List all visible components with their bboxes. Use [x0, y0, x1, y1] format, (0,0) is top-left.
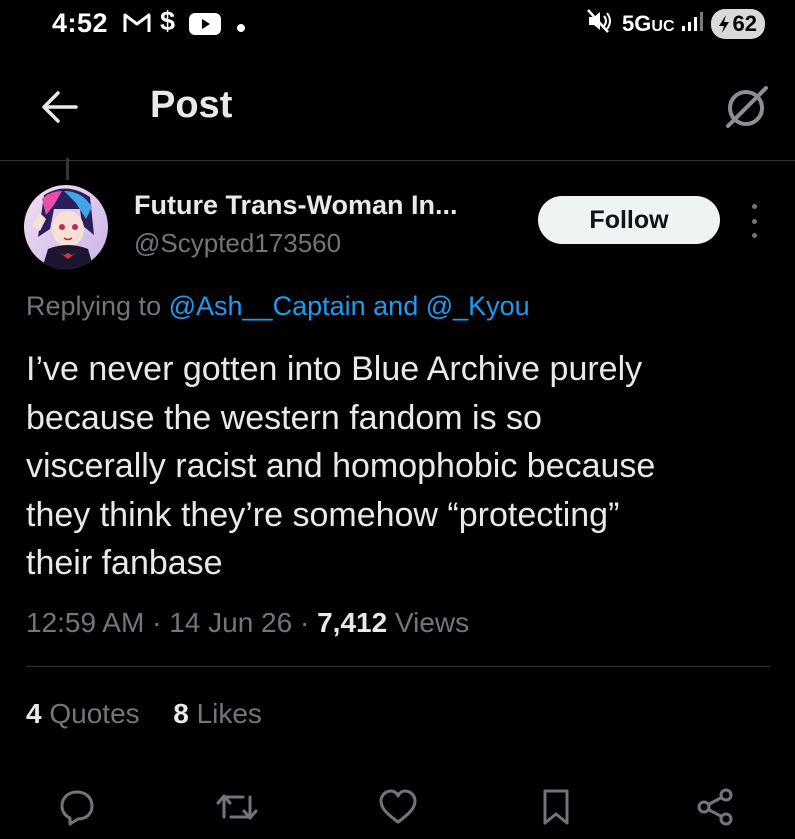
post-time: 12:59 AM [26, 607, 145, 638]
battery-icon: 62 [710, 8, 765, 39]
grok-icon[interactable] [722, 82, 772, 137]
quotes-stat[interactable]: 4 Quotes [26, 698, 140, 729]
page-title: Post [150, 84, 233, 126]
post-text-line: they think they’re somehow “protecting” [26, 495, 620, 534]
likes-label: Likes [196, 698, 262, 729]
quotes-count: 4 [26, 698, 42, 729]
like-icon[interactable] [373, 782, 423, 832]
post-text-line: viscerally racist and homophobic because [26, 447, 656, 485]
status-bar: 4:52 $ 5GUC 62 [0, 0, 795, 60]
mute-icon [586, 8, 616, 39]
action-bar [0, 782, 795, 832]
post-text-line: I’ve never gotten into Blue Archive pure… [26, 350, 643, 388]
battery-level: 62 [732, 10, 757, 36]
meta-divider [26, 666, 770, 667]
meta-separator: · [152, 607, 162, 638]
reply-icon[interactable] [52, 782, 102, 832]
post-text-line: their fanbase [26, 544, 223, 582]
thread-connector [66, 158, 69, 180]
quotes-label: Quotes [49, 698, 140, 729]
header-divider [0, 160, 795, 161]
dot-icon [236, 20, 246, 38]
likes-count: 8 [173, 698, 189, 729]
youtube-icon [188, 12, 222, 41]
post-text: I’ve never gotten into Blue Archive pure… [26, 345, 771, 588]
follow-button[interactable]: Follow [538, 196, 720, 244]
status-right: 5GUC 62 [586, 8, 765, 39]
post-text-line: because the western fandom is so [26, 398, 542, 437]
post-meta: 12:59 AM · 14 Jun 26 · 7,412 Views [26, 607, 469, 639]
share-icon[interactable] [690, 782, 740, 832]
post-stats: 4 Quotes 8 Likes [26, 698, 262, 730]
repost-icon[interactable] [212, 782, 262, 832]
reply-mention-2[interactable]: @_Kyou [426, 291, 530, 321]
network-label: 5GUC [622, 10, 675, 36]
author-name[interactable]: Future Trans-Woman In... [134, 190, 458, 221]
back-arrow-icon[interactable] [38, 86, 80, 133]
gmail-icon [122, 10, 152, 41]
reply-mention-and: and [373, 291, 419, 321]
more-options-icon[interactable] [744, 204, 764, 238]
app-header: Post [0, 62, 795, 158]
replying-to: Replying to @Ash__Captain and @_Kyou [26, 291, 530, 322]
likes-stat[interactable]: 8 Likes [173, 698, 262, 729]
reply-mention-1[interactable]: @Ash__Captain [169, 291, 366, 321]
views-count[interactable]: 7,412 [317, 607, 387, 638]
replying-prefix: Replying to [26, 291, 162, 321]
signal-icon [681, 9, 705, 38]
status-time: 4:52 [52, 8, 109, 38]
avatar[interactable] [24, 185, 108, 269]
dollar-icon: $ [160, 6, 176, 36]
post-date: 14 Jun 26 [169, 607, 293, 638]
views-label: Views [394, 607, 470, 638]
meta-separator: · [299, 607, 310, 638]
author-handle[interactable]: @Scypted173560 [134, 228, 341, 259]
bookmark-icon[interactable] [531, 782, 581, 832]
